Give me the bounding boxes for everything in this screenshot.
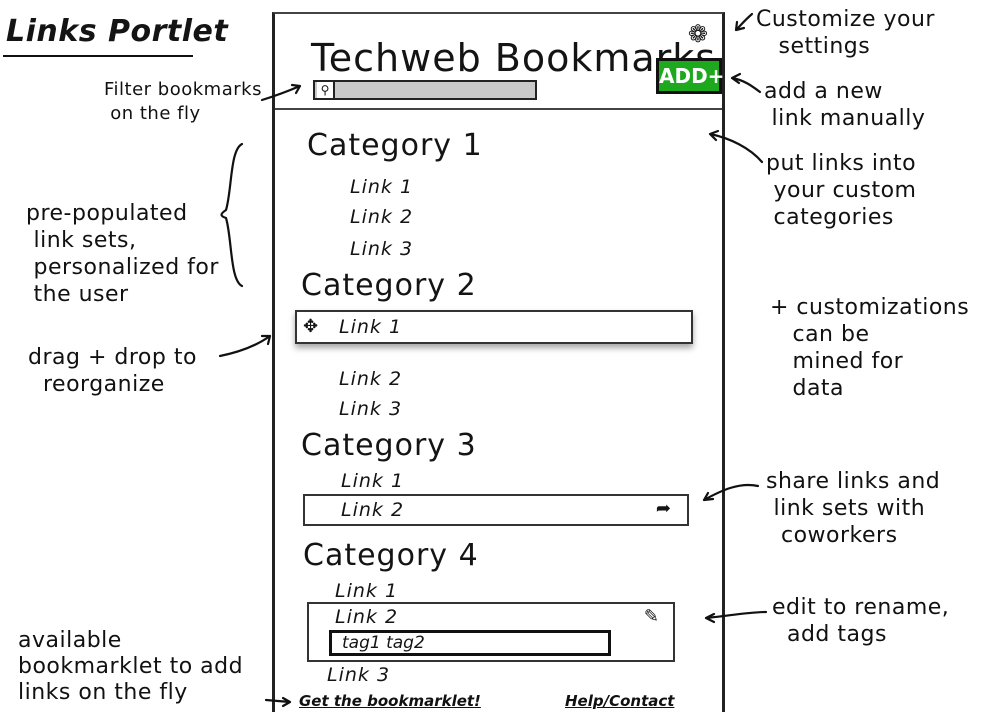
arrow-bookmarklet	[264, 696, 292, 708]
arrow-categories	[708, 129, 764, 164]
arrow-edit	[704, 610, 768, 624]
arrow-filter	[260, 83, 302, 102]
arrow-share	[702, 483, 760, 502]
brace-prepopulated	[220, 142, 244, 288]
arrow-drag	[218, 334, 272, 358]
annotation-arrows	[218, 12, 768, 708]
arrow-add-link	[730, 72, 762, 94]
arrow-customize	[734, 12, 754, 32]
